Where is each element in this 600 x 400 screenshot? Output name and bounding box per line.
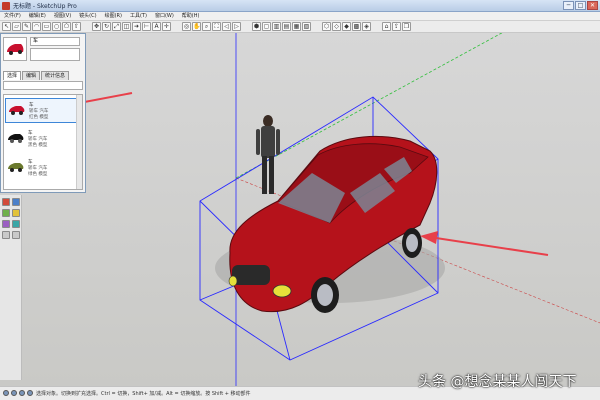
sketchup-window: 无标题 - SketchUp Pro ─ □ ✕ 文件(F) 编辑(E) 视图(… [0,0,600,400]
menu-draw[interactable]: 绘图(R) [101,12,126,20]
status-text: 选择对象。切换到扩充选择。Ctrl = 切换，Shift+ 加/减。Alt = … [36,391,251,397]
menu-window[interactable]: 窗口(W) [151,12,178,20]
menu-bar: 文件(F) 编辑(E) 视图(V) 镜头(C) 绘图(R) 工具(T) 窗口(W… [0,12,600,21]
components-icon[interactable]: ❒ [402,22,411,31]
menu-view[interactable]: 视图(V) [50,12,75,20]
component-list-scrollbar[interactable] [76,95,82,189]
hidden-line-style-icon[interactable]: ◇ [332,22,341,31]
section-plane-icon[interactable] [2,220,10,228]
position-camera-icon[interactable] [2,209,10,217]
menu-edit[interactable]: 编辑(E) [25,12,50,20]
component-preview [3,37,27,61]
maximize-button[interactable]: □ [575,1,586,10]
right-view-icon[interactable]: ▤ [282,22,291,31]
watermark: 头条 @想念某某人闯天下 [418,374,577,390]
rotate-tool-icon[interactable]: ↻ [102,22,111,31]
list-item[interactable]: 车 轿车 汽车 绿色 模型 [5,156,79,181]
headlight-left [228,275,238,287]
text-tool-icon[interactable]: A [152,22,161,31]
axes-tool-icon[interactable]: ✛ [162,22,171,31]
orbit-tool-icon[interactable]: ◎ [182,22,191,31]
close-button[interactable]: ✕ [587,1,598,10]
front-view-icon[interactable]: ▥ [272,22,281,31]
offset-tool-icon[interactable]: ◫ [122,22,131,31]
window-title: 无标题 - SketchUp Pro [13,3,77,10]
help-icon[interactable] [19,390,25,396]
title-bar: 无标题 - SketchUp Pro ─ □ ✕ [0,0,600,12]
tape-measure-icon[interactable]: ⊢ [142,22,151,31]
protractor-icon[interactable] [12,220,20,228]
polygon-tool-icon[interactable]: ⬠ [62,22,71,31]
front-rim [317,284,333,306]
select-tool-icon[interactable]: ↖ [2,22,11,31]
menu-tools[interactable]: 工具(T) [126,12,151,20]
wireframe-style-icon[interactable]: ⬡ [322,22,331,31]
tab-edit[interactable]: 编辑 [22,71,41,80]
window-controls: ─ □ ✕ [563,1,598,10]
back-view-icon[interactable]: ▦ [292,22,301,31]
headlight [272,284,292,298]
look-around-icon[interactable] [12,209,20,217]
sketchup-app-icon [2,2,10,10]
zoom-extents-icon[interactable]: ⛶ [212,22,221,31]
move-tool-icon[interactable]: ✥ [92,22,101,31]
credits-icon[interactable] [11,390,17,396]
annotation-arrow-right [420,231,549,256]
status-icons [3,390,33,396]
item-extra: 黑色 模型 [28,143,48,148]
pencil-tool-icon[interactable]: ✎ [22,22,31,31]
menu-camera[interactable]: 镜头(C) [75,12,100,20]
component-list: 车 轿车 汽车 红色 模型 车 轿车 汽车 黑色 模型 车 轿车 汽车 绿色 模… [3,94,83,190]
item-extra: 红色 模型 [29,115,49,120]
walk-tool-icon[interactable] [12,198,20,206]
pan-tool-icon[interactable]: ✋ [192,22,201,31]
tab-statistics[interactable]: 统计信息 [41,71,70,80]
left-view-icon[interactable]: ▧ [302,22,311,31]
scale-tool-icon[interactable]: ⤢ [112,22,121,31]
share-model-icon[interactable]: ⇪ [392,22,401,31]
item-extra: 绿色 模型 [28,172,48,177]
menu-help[interactable]: 帮助(H) [178,12,204,20]
circle-tool-icon[interactable]: ○ [52,22,61,31]
follow-me-tool-icon[interactable]: ➜ [132,22,141,31]
menu-file[interactable]: 文件(F) [0,12,25,20]
rear-rim [406,234,418,252]
list-item[interactable]: 车 轿车 汽车 红色 模型 [5,98,79,123]
textured-style-icon[interactable]: ▩ [352,22,361,31]
components-panel: 车 选择 编辑 统计信息 车 轿车 汽车 红色 模型 车 轿车 汽车 黑色 模型… [0,33,86,193]
front-grille [232,265,270,285]
warehouse-icon[interactable]: ⌂ [382,22,391,31]
list-item[interactable]: 车 轿车 汽车 黑色 模型 [5,127,79,152]
car-thumbnail-icon [8,163,24,172]
info-icon[interactable] [27,390,33,396]
main-toolbar: ↖ ▱ ✎ ◠ ▭ ○ ⬠ ⇧ ✥ ↻ ⤢ ◫ ➜ ⊢ A ✛ ◎ ✋ ⌕ ⛶ … [0,21,600,33]
dimension-icon[interactable] [2,231,10,239]
tab-select[interactable]: 选择 [3,71,22,80]
next-view-icon[interactable]: ▷ [232,22,241,31]
rectangle-tool-icon[interactable]: ▭ [42,22,51,31]
component-search-input[interactable] [3,81,83,90]
zoom-tool-icon[interactable]: ⌕ [202,22,211,31]
car-thumbnail-icon [8,134,24,143]
person-figure [256,115,280,194]
scene-canvas[interactable] [0,33,600,386]
component-description-field[interactable] [30,48,80,61]
left-toolbar [0,195,22,380]
minimize-button[interactable]: ─ [563,1,574,10]
shaded-style-icon[interactable]: ◆ [342,22,351,31]
components-tabs: 选择 编辑 统计信息 [3,71,70,80]
top-view-icon[interactable]: ▢ [262,22,271,31]
previous-view-icon[interactable]: ◁ [222,22,231,31]
3d-text-icon[interactable] [12,231,20,239]
eraser-tool-icon[interactable]: ▱ [12,22,21,31]
iso-view-icon[interactable]: ⬢ [252,22,261,31]
geo-location-icon[interactable] [3,390,9,396]
push-pull-tool-icon[interactable]: ⇧ [72,22,81,31]
paint-bucket-icon[interactable] [2,198,10,206]
modeling-viewport[interactable] [0,33,600,386]
component-name-field[interactable]: 车 [30,37,80,46]
arc-tool-icon[interactable]: ◠ [32,22,41,31]
car-thumbnail-icon [9,106,25,115]
monochrome-style-icon[interactable]: ◈ [362,22,371,31]
